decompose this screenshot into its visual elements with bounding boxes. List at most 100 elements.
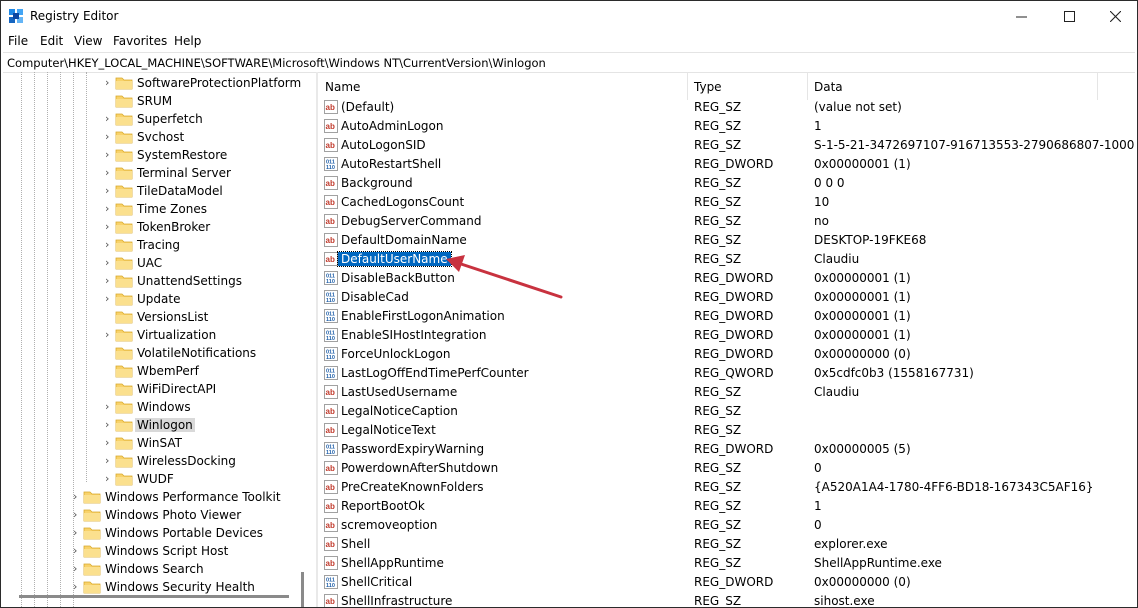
registry-value-row[interactable]: ab ReportBootOk REG_SZ 1 — [318, 497, 1137, 516]
folder-icon — [115, 149, 133, 162]
registry-value-row[interactable]: 011 110 AutoRestartShell REG_DWORD 0x0000000… — [318, 155, 1137, 174]
registry-value-row[interactable]: ab AutoLogonSID REG_SZ S-1-5-21-3472697107-… — [318, 136, 1137, 155]
registry-value-row[interactable]: ab Shell REG_SZ explorer.exe — [318, 535, 1137, 554]
chevron-right-icon[interactable]: › — [105, 455, 115, 467]
registry-value-row[interactable]: 011 110 EnableFirstLogonAnimation REG_DWORD… — [318, 307, 1137, 326]
column-header-name[interactable]: Name — [318, 72, 686, 100]
registry-value-row[interactable]: ab PreCreateKnownFolders REG_SZ {A520A1A4-1… — [318, 478, 1137, 497]
column-header-data[interactable]: Data — [808, 72, 1096, 100]
registry-value-row[interactable]: ab ShellInfrastructure REG_SZ sihost.exe — [318, 592, 1137, 607]
chevron-right-icon[interactable]: › — [105, 239, 115, 251]
folder-icon — [115, 185, 133, 198]
registry-value-row[interactable]: ab scremoveoption REG_SZ 0 — [318, 516, 1137, 535]
values-list-pane[interactable]: Name Type Data ab (Default) REG_SZ (value n… — [318, 72, 1137, 607]
chevron-right-icon[interactable]: › — [105, 113, 115, 125]
chevron-right-icon[interactable]: › — [105, 275, 115, 287]
registry-value-row[interactable]: ab CachedLogonsCount REG_SZ 10 — [318, 193, 1137, 212]
folder-icon — [115, 113, 133, 126]
maximize-button[interactable] — [1046, 1, 1092, 32]
folder-icon — [115, 419, 133, 432]
column-header-type[interactable]: Type — [688, 72, 806, 100]
registry-value-row[interactable]: ab (Default) REG_SZ (value not set) — [318, 98, 1137, 117]
tree-vertical-scrollbar[interactable] — [301, 572, 304, 607]
chevron-right-icon[interactable]: › — [105, 77, 115, 89]
menu-favorites[interactable]: Favorites — [113, 34, 167, 48]
chevron-right-icon[interactable]: › — [105, 185, 115, 197]
chevron-right-icon[interactable]: › — [73, 581, 83, 593]
address-bar[interactable]: Computer\HKEY_LOCAL_MACHINE\SOFTWARE\Mic… — [3, 52, 1135, 73]
registry-value-row[interactable]: ab LastUsedUsername REG_SZ Claudiu — [318, 383, 1137, 402]
value-type: REG_DWORD — [694, 157, 774, 171]
minimize-button[interactable] — [998, 1, 1044, 32]
menu-view[interactable]: View — [74, 34, 102, 48]
string-value-icon: ab — [324, 385, 338, 399]
tree-item-label: Update — [137, 292, 181, 306]
registry-value-row[interactable]: 011 110 EnableSIHostIntegration REG_DWORD 0x… — [318, 326, 1137, 345]
tree-guide-line — [60, 72, 61, 607]
registry-value-row[interactable]: ab ShellAppRuntime REG_SZ ShellAppRuntime.e… — [318, 554, 1137, 573]
chevron-right-icon[interactable]: › — [105, 419, 115, 431]
chevron-right-icon[interactable]: › — [105, 203, 115, 215]
registry-value-row[interactable]: 011 110 LastLogOffEndTimePerfCounter REG_QW… — [318, 364, 1137, 383]
value-type: REG_SZ — [694, 176, 742, 190]
tree-item-label: Windows Script Host — [105, 544, 229, 558]
tree-item-label: Windows Search — [105, 562, 204, 576]
address-path[interactable]: Computer\HKEY_LOCAL_MACHINE\SOFTWARE\Mic… — [7, 56, 546, 70]
value-name: EnableSIHostIntegration — [341, 328, 487, 342]
chevron-right-icon[interactable]: › — [105, 149, 115, 161]
value-type: REG_QWORD — [694, 366, 774, 380]
registry-value-row[interactable]: 011 110 PasswordExpiryWarning REG_DWORD 0x00… — [318, 440, 1137, 459]
registry-value-row[interactable]: ab PowerdownAfterShutdown REG_SZ 0 — [318, 459, 1137, 478]
value-name: AutoAdminLogon — [341, 119, 444, 133]
value-type: REG_DWORD — [694, 442, 774, 456]
chevron-right-icon[interactable]: › — [105, 401, 115, 413]
string-value-icon: ab — [324, 119, 338, 133]
svg-text:110: 110 — [326, 317, 335, 323]
chevron-right-icon[interactable]: › — [105, 473, 115, 485]
registry-value-row[interactable]: 011 110 ForceUnlockLogon REG_DWORD 0x0000000… — [318, 345, 1137, 364]
registry-value-row[interactable]: ab DebugServerCommand REG_SZ no — [318, 212, 1137, 231]
chevron-right-icon[interactable]: › — [73, 527, 83, 539]
chevron-right-icon[interactable]: › — [105, 167, 115, 179]
registry-value-row[interactable]: ab LegalNoticeText REG_SZ — [318, 421, 1137, 440]
value-data: no — [814, 214, 829, 228]
string-value-icon: ab — [324, 480, 338, 494]
svg-text:110: 110 — [326, 336, 335, 342]
window-title: Registry Editor — [30, 9, 119, 23]
registry-value-row[interactable]: ab Background REG_SZ 0 0 0 — [318, 174, 1137, 193]
chevron-right-icon[interactable]: › — [105, 131, 115, 143]
chevron-right-icon[interactable]: › — [105, 329, 115, 341]
string-value-icon: ab — [324, 176, 338, 190]
string-value-icon: ab — [324, 518, 338, 532]
value-data: {A520A1A4-1780-4FF6-BD18-167343C5AF16} — [814, 480, 1094, 494]
chevron-right-icon[interactable]: › — [73, 509, 83, 521]
tree-horizontal-scrollbar[interactable] — [19, 595, 289, 598]
svg-text:ab: ab — [326, 426, 335, 435]
title-bar[interactable]: Registry Editor — [1, 1, 1137, 32]
value-data: 0x00000001 (1) — [814, 290, 911, 304]
menu-file[interactable]: File — [8, 34, 28, 48]
menu-help[interactable]: Help — [174, 34, 201, 48]
chevron-right-icon[interactable]: › — [105, 221, 115, 233]
value-type: REG_DWORD — [694, 575, 774, 589]
value-name: DefaultUserName — [337, 251, 452, 267]
column-divider[interactable] — [1097, 72, 1098, 100]
chevron-right-icon[interactable]: › — [105, 437, 115, 449]
value-name: AutoLogonSID — [341, 138, 426, 152]
registry-value-row[interactable]: ab DefaultDomainName REG_SZ DESKTOP-19FKE68 — [318, 231, 1137, 250]
close-button[interactable] — [1092, 1, 1137, 32]
chevron-right-icon[interactable]: › — [73, 545, 83, 557]
svg-text:ab: ab — [326, 236, 335, 245]
registry-value-row[interactable]: ab AutoAdminLogon REG_SZ 1 — [318, 117, 1137, 136]
registry-value-row[interactable]: ab LegalNoticeCaption REG_SZ — [318, 402, 1137, 421]
registry-value-row[interactable]: 011 110 ShellCritical REG_DWORD 0x00000000 (… — [318, 573, 1137, 592]
menu-edit[interactable]: Edit — [40, 34, 63, 48]
string-value-icon: ab — [324, 423, 338, 437]
chevron-right-icon[interactable]: › — [105, 257, 115, 269]
chevron-right-icon[interactable]: › — [105, 293, 115, 305]
tree-item-label: Windows Security Health — [105, 580, 255, 594]
folder-icon — [115, 347, 133, 360]
chevron-right-icon[interactable]: › — [73, 491, 83, 503]
key-tree-pane[interactable]: › SoftwareProtectionPlatform SRUM › Superfet… — [1, 72, 314, 607]
chevron-right-icon[interactable]: › — [73, 563, 83, 575]
